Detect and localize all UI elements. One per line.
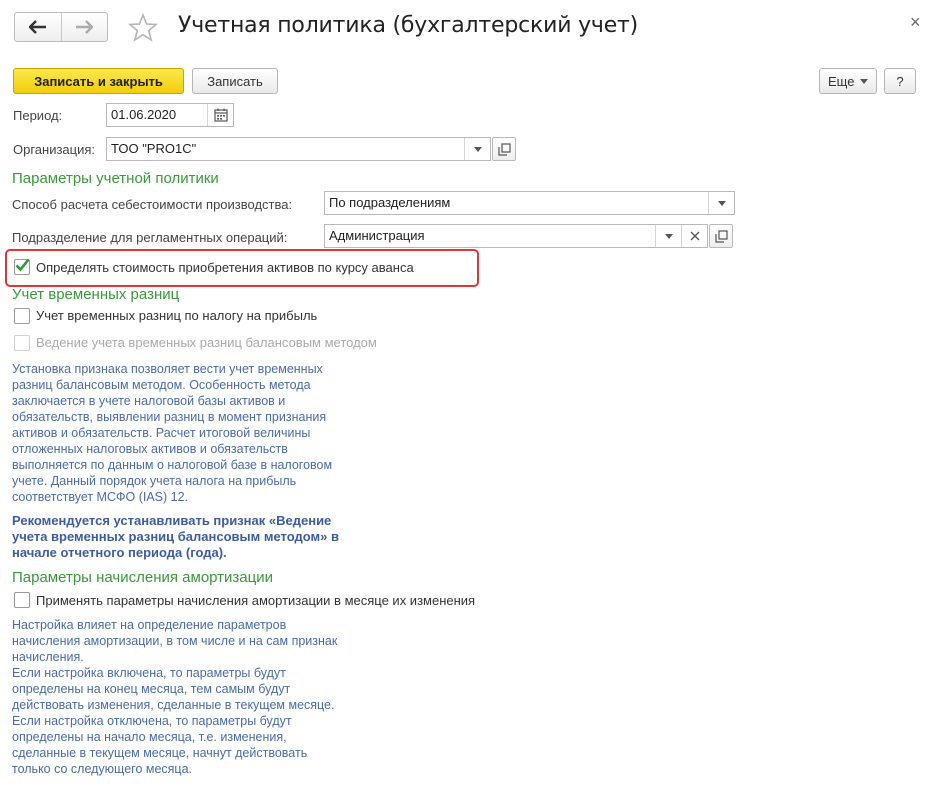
temp-diff-description: Установка признака позволяет вести учет … [12,362,333,504]
checkmark-icon [15,258,30,272]
balance-method-label: Ведение учета временных разниц балансовы… [36,335,377,350]
dropdown-icon [717,200,726,206]
calendar-button[interactable] [207,104,233,126]
page-title: Учетная политика (бухгалтерский учет) [178,13,639,38]
division-clear-button[interactable] [681,225,707,247]
more-button-label: Еще [828,73,855,89]
clear-icon [690,231,699,241]
organization-label: Организация: [13,142,96,157]
depreciation-apply-label: Применять параметры начисления амортизац… [36,593,476,608]
organization-dropdown-button[interactable] [464,138,490,160]
period-label: Период: [13,108,63,123]
cost-method-value[interactable]: По подразделениям [325,192,708,214]
profit-tax-label: Учет временных разниц по налогу на прибы… [36,308,318,323]
close-icon[interactable]: × [910,12,921,33]
depreciation-section-title: Параметры начисления амортизации [12,569,273,586]
back-button[interactable] [15,13,61,41]
more-button[interactable]: Еще [819,68,877,94]
division-open-button[interactable] [709,224,733,248]
organization-field[interactable]: ТОО "PRO1C" [106,137,491,161]
favorite-star-icon[interactable] [128,13,158,43]
profit-tax-checkbox[interactable] [14,308,30,324]
dropdown-icon [473,146,482,152]
forward-button[interactable] [60,13,108,41]
cost-method-label: Способ расчета себестоимости производств… [12,197,293,212]
division-value[interactable]: Администрация [325,225,655,247]
period-value[interactable]: 01.06.2020 [107,104,207,126]
depreciation-description: Настройка влияет на определение параметр… [12,618,338,776]
save-button[interactable]: Записать [192,68,278,94]
open-form-icon [714,229,728,243]
help-button[interactable]: ? [884,68,916,94]
forward-arrow-icon [76,20,94,34]
chevron-down-icon [860,78,869,84]
open-form-icon [497,142,511,156]
dropdown-icon [664,233,673,239]
depreciation-apply-checkbox[interactable] [14,592,30,608]
division-dropdown-button[interactable] [655,225,681,247]
organization-value[interactable]: ТОО "PRO1C" [107,138,464,160]
division-label: Подразделение для регламентных операций: [12,230,288,245]
cost-method-select[interactable]: По подразделениям [324,191,735,215]
balance-method-checkbox [14,335,30,351]
temp-diff-recommendation: Рекомендуется устанавливать признак «Вед… [12,513,339,560]
back-arrow-icon [28,20,46,34]
advance-rate-checkbox[interactable] [14,258,30,275]
advance-rate-label: Определять стоимость приобретения активо… [36,260,414,275]
organization-open-button[interactable] [492,137,516,161]
navigation-buttons [14,12,108,42]
period-field[interactable]: 01.06.2020 [106,103,234,127]
temp-diff-section-title: Учет временных разниц [12,286,180,303]
cost-method-dropdown-button[interactable] [708,192,734,214]
policy-section-title: Параметры учетной политики [12,170,219,187]
calendar-icon [213,108,228,122]
division-field[interactable]: Администрация [324,224,708,248]
save-and-close-button[interactable]: Записать и закрыть [13,68,184,94]
